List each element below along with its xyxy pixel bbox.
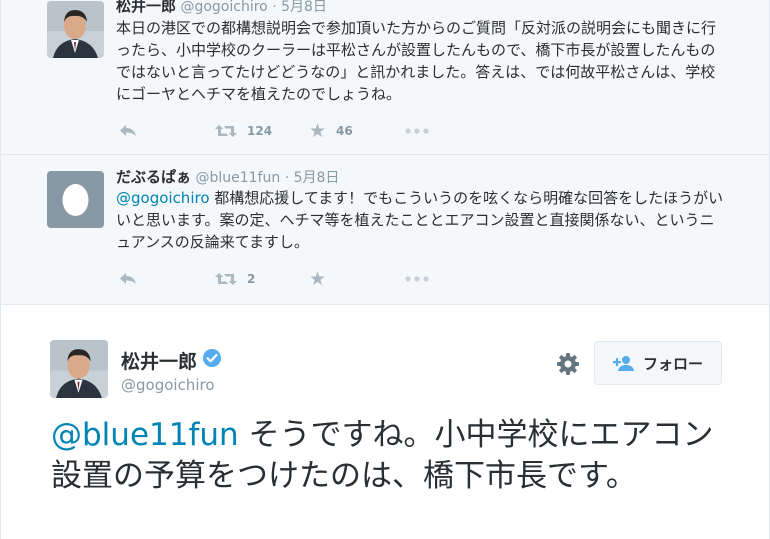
- tweet-text: @blue11fun そうですね。小中学校にエアコン設置の予算をつけたのは、橋下…: [51, 415, 741, 497]
- retweet-count: 124: [247, 124, 273, 138]
- reply-button[interactable]: [119, 121, 137, 141]
- retweet-button[interactable]: 124: [215, 121, 272, 141]
- tweet-actions: 124 ★ 46: [119, 120, 449, 142]
- tweet-text: @gogoichiro 都構想応援してます！でもこういうのを呟くなら明確な回答を…: [116, 187, 728, 253]
- retweet-icon: [215, 273, 237, 285]
- more-icon: [405, 128, 429, 134]
- tweet-actions: 2 ★: [119, 268, 449, 290]
- mention-link[interactable]: @blue11fun: [51, 417, 239, 453]
- user-name-text: 松井一郎: [121, 351, 198, 373]
- tweet-header: だぶるぱぁ @blue11fun · 5月8日: [116, 168, 339, 187]
- user-handle[interactable]: @blue11fun: [195, 170, 280, 186]
- retweet-icon: [215, 125, 237, 137]
- favorite-button[interactable]: ★ 46: [309, 120, 353, 142]
- star-icon: ★: [309, 268, 327, 290]
- avatar[interactable]: [47, 171, 104, 228]
- retweet-count: 2: [247, 272, 256, 286]
- conversation-thread: 松井一郎 @gogoichiro · 5月8日 本日の港区での都構想説明会で参加…: [0, 0, 770, 305]
- tweet-date[interactable]: 5月8日: [294, 170, 340, 186]
- retweet-button[interactable]: 2: [215, 269, 255, 289]
- thread-tweet[interactable]: 松井一郎 @gogoichiro · 5月8日 本日の港区での都構想説明会で参加…: [1, 0, 769, 155]
- more-icon: [405, 276, 429, 282]
- favorite-button[interactable]: ★: [309, 268, 327, 290]
- reply-icon: [120, 125, 136, 136]
- reply-button[interactable]: [119, 269, 137, 289]
- follow-button[interactable]: フォロー: [594, 341, 722, 385]
- tweet-date[interactable]: 5月8日: [281, 0, 327, 15]
- star-icon: ★: [309, 120, 327, 142]
- follow-label: フォロー: [642, 354, 703, 373]
- user-name[interactable]: だぶるぱぁ: [116, 168, 191, 186]
- user-name[interactable]: 松井一郎: [116, 0, 176, 15]
- follow-user-icon: [612, 355, 635, 371]
- permalink-tweet: 松井一郎 @gogoichiro フォロー @blue11fun そうですね。小…: [0, 305, 770, 539]
- mention-link[interactable]: @gogoichiro: [116, 189, 210, 207]
- tweet-header: 松井一郎 @gogoichiro · 5月8日: [116, 0, 327, 16]
- reply-icon: [120, 273, 136, 284]
- separator: ·: [284, 170, 290, 186]
- tweet-text: 本日の港区での都構想説明会で参加頂いた方からのご質問「反対派の説明会にも聞きに行…: [116, 19, 717, 103]
- user-handle[interactable]: @gogoichiro: [180, 0, 267, 15]
- verified-badge-icon: [202, 348, 222, 373]
- more-button[interactable]: [405, 121, 429, 141]
- favorite-count: 46: [336, 124, 353, 138]
- avatar[interactable]: [47, 1, 104, 58]
- more-button[interactable]: [405, 269, 429, 289]
- separator: ·: [272, 0, 277, 15]
- gear-icon[interactable]: [556, 352, 580, 376]
- user-name[interactable]: 松井一郎: [121, 347, 222, 374]
- user-handle[interactable]: @gogoichiro: [121, 376, 215, 394]
- avatar[interactable]: [50, 340, 108, 398]
